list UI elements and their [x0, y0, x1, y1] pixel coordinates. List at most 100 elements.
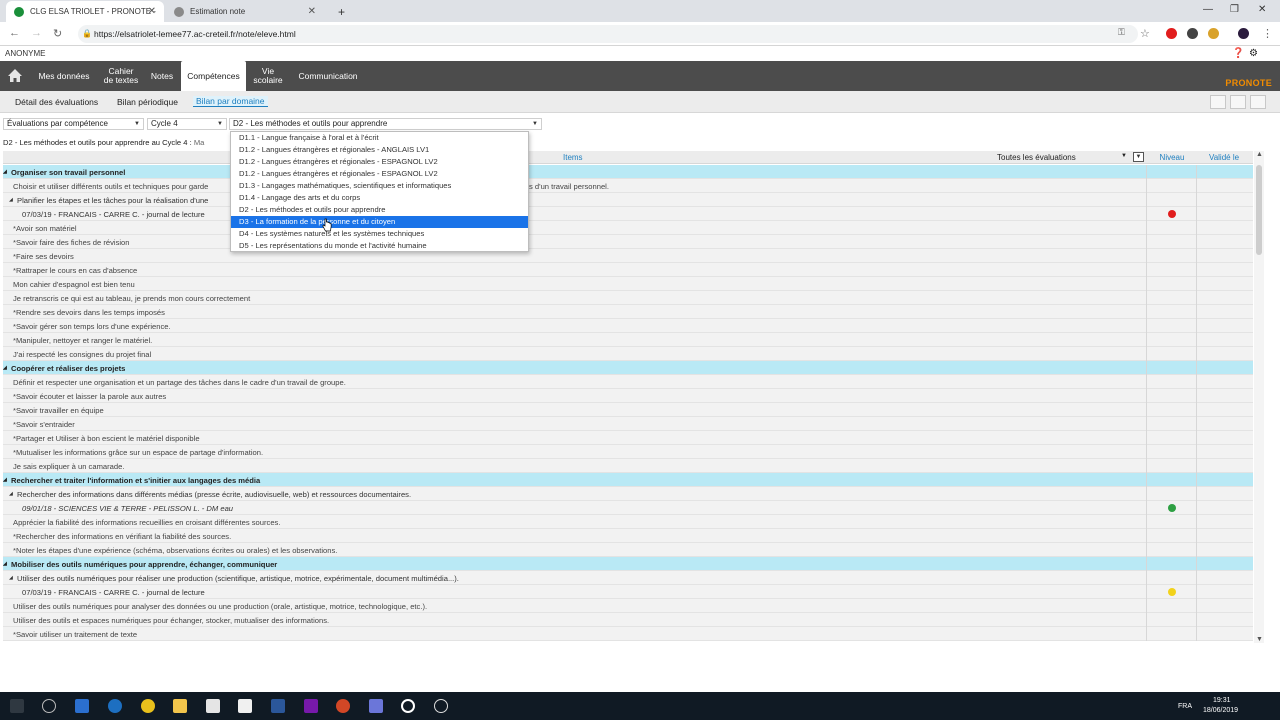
app-circle-icon[interactable]	[401, 699, 415, 713]
evaluation-row[interactable]: 09/01/18 - SCIENCES VIE & TERRE - PELISS…	[3, 501, 1253, 515]
table-scrollbar[interactable]: ▲ ▼	[1254, 151, 1264, 643]
cycle-select[interactable]: Cycle 4 ▼	[147, 118, 227, 130]
domain-row[interactable]: ◢ Organiser son travail personnel	[3, 165, 1253, 179]
dropdown-option[interactable]: D1.2 - Langues étrangères et régionales …	[231, 168, 528, 180]
table-row[interactable]: *Savoir faire des fiches de révision	[3, 235, 1253, 249]
options-icon[interactable]	[1250, 95, 1266, 109]
table-row[interactable]: ◢ Planifier les étapes et les tâches pour…	[3, 193, 1253, 207]
clock-time[interactable]: 19:31	[1213, 697, 1231, 704]
table-row[interactable]: *Savoir écouter et laisser la parole aux…	[3, 389, 1253, 403]
table-row[interactable]: *Savoir utiliser un traitement de texte	[3, 627, 1253, 641]
discord-icon[interactable]	[369, 699, 383, 713]
collapse-triangle-icon[interactable]: ◢	[3, 169, 7, 175]
help-icon[interactable]: ❓	[1232, 48, 1244, 59]
table-row[interactable]: Utiliser des outils numériques pour anal…	[3, 599, 1253, 613]
scroll-thumb[interactable]	[1256, 165, 1262, 255]
export-icon[interactable]	[1230, 95, 1246, 109]
collapse-triangle-icon[interactable]: ◢	[3, 365, 7, 371]
app-f-icon[interactable]	[75, 699, 89, 713]
table-row[interactable]: *Mutualiser les informations grâce sur u…	[3, 445, 1253, 459]
domain-row[interactable]: ◢ Mobiliser des outils numériques pour ap…	[3, 557, 1253, 571]
dropdown-option[interactable]: D5 - Les représentations du monde et l'a…	[231, 240, 528, 252]
table-row[interactable]: *Savoir travailler en équipe	[3, 403, 1253, 417]
cookie-extension-icon[interactable]	[1208, 28, 1219, 39]
collapse-triangle-icon[interactable]: ◢	[9, 197, 13, 203]
maximize-icon[interactable]: ❐	[1230, 4, 1239, 15]
edge-icon[interactable]	[108, 699, 122, 713]
dropdown-option[interactable]: D3 - La formation de la personne et du c…	[231, 216, 528, 228]
minimize-icon[interactable]: —	[1203, 4, 1213, 15]
table-row[interactable]: Définir et respecter une organisation et…	[3, 375, 1253, 389]
table-row[interactable]: *Avoir son matériel	[3, 221, 1253, 235]
tab-estimation[interactable]: Estimation note ✕	[166, 1, 324, 22]
table-row[interactable]: Apprécier la fiabilité des informations …	[3, 515, 1253, 529]
more-menu-icon[interactable]: ⋮	[1262, 27, 1273, 40]
table-row[interactable]: Mon cahier d'espagnol est bien tenu	[3, 277, 1253, 291]
profile-avatar[interactable]	[1238, 28, 1249, 39]
table-row[interactable]: ◢ Utiliser des outils numériques pour réa…	[3, 571, 1253, 585]
search-icon[interactable]	[42, 699, 56, 713]
tab-detail-evaluations[interactable]: Détail des évaluations	[15, 97, 98, 107]
table-row[interactable]: *Savoir s'entraider	[3, 417, 1253, 431]
evaluation-type-select[interactable]: Évaluations par compétence ▼	[3, 118, 144, 130]
evaluation-row[interactable]: 07/03/19 - FRANCAIS - CARRE C. - journal…	[3, 207, 1253, 221]
onenote-icon[interactable]	[304, 699, 318, 713]
column-valide-le[interactable]: Validé le	[1198, 153, 1250, 162]
windows-start-icon[interactable]	[10, 699, 24, 713]
home-icon[interactable]	[7, 68, 23, 83]
key-icon[interactable]: ⚿	[1118, 27, 1125, 38]
evaluations-filter-select[interactable]: Toutes les évaluations ▼	[997, 153, 1127, 162]
collapse-triangle-icon[interactable]: ◢	[3, 477, 7, 483]
dropdown-option[interactable]: D1.1 - Langue française à l'oral et à l'…	[231, 132, 528, 144]
table-row[interactable]: *Noter les étapes d'une expérience (sché…	[3, 543, 1253, 557]
domain-row[interactable]: ◢ Coopérer et réaliser des projets	[3, 361, 1253, 375]
menu-notes[interactable]: Notes	[146, 61, 178, 91]
domaine-select[interactable]: D2 - Les méthodes et outils pour apprend…	[229, 118, 542, 130]
print-icon[interactable]	[1210, 95, 1226, 109]
tab-bilan-par-domaine[interactable]: Bilan par domaine	[193, 96, 268, 107]
table-row[interactable]: Choisir et utiliser différents outils et…	[3, 179, 1253, 193]
chrome-icon[interactable]	[141, 699, 155, 713]
url-field[interactable]: 🔒 https://elsatriolet-lemee77.ac-creteil…	[78, 25, 1138, 43]
close-icon[interactable]: ✕	[308, 6, 316, 17]
table-row[interactable]: *Manipuler, nettoyer et ranger le matéri…	[3, 333, 1253, 347]
collapse-triangle-icon[interactable]: ◢	[9, 491, 13, 497]
table-row[interactable]: *Rendre ses devoirs dans les temps impos…	[3, 305, 1253, 319]
collapse-triangle-icon[interactable]: ◢	[3, 561, 7, 567]
table-row[interactable]: *Rechercher des informations en vérifian…	[3, 529, 1253, 543]
scroll-down-icon[interactable]: ▼	[1256, 636, 1263, 643]
dropdown-option[interactable]: D2 - Les méthodes et outils pour apprend…	[231, 204, 528, 216]
window-close-icon[interactable]: ✕	[1258, 4, 1266, 15]
table-row[interactable]: *Rattraper le cours en cas d'absence	[3, 263, 1253, 277]
menu-competences[interactable]: Compétences	[181, 61, 246, 91]
evaluation-row[interactable]: 07/03/19 - FRANCAIS - CARRE C. - journal…	[3, 585, 1253, 599]
new-tab-button[interactable]: +	[330, 1, 350, 22]
dropdown-option[interactable]: D1.3 - Langages mathématiques, scientifi…	[231, 180, 528, 192]
dropdown-option[interactable]: D1.2 - Langues étrangères et régionales …	[231, 156, 528, 168]
table-row[interactable]: J'ai respecté les consignes du projet fi…	[3, 347, 1253, 361]
word-icon[interactable]	[271, 699, 285, 713]
domain-row[interactable]: ◢ Rechercher et traiter l'information et …	[3, 473, 1253, 487]
table-row[interactable]: Je retranscris ce qui est au tableau, je…	[3, 291, 1253, 305]
filter-icon[interactable]: ▼	[1133, 152, 1144, 162]
column-items[interactable]: Items	[563, 153, 583, 162]
menu-vie-scolaire[interactable]: Vie scolaire	[248, 61, 288, 91]
star-icon[interactable]: ☆	[1140, 27, 1150, 40]
forward-icon[interactable]: →	[31, 27, 42, 39]
back-icon[interactable]: ←	[9, 27, 20, 39]
tab-pronote[interactable]: CLG ELSA TRIOLET - PRONOTE - ✕	[6, 1, 164, 22]
dropdown-option[interactable]: D1.4 - Langage des arts et du corps	[231, 192, 528, 204]
tab-bilan-periodique[interactable]: Bilan périodique	[117, 97, 178, 107]
folder-icon[interactable]	[173, 699, 187, 713]
table-row[interactable]: ◢ Rechercher des informations dans différ…	[3, 487, 1253, 501]
language-indicator[interactable]: FRA	[1178, 703, 1192, 710]
menu-communication[interactable]: Communication	[291, 61, 365, 91]
gear-icon[interactable]: ⚙	[1249, 48, 1258, 59]
scroll-up-icon[interactable]: ▲	[1256, 151, 1263, 158]
close-icon[interactable]: ✕	[148, 6, 156, 17]
dropdown-option[interactable]: D4 - Les systèmes naturels et les systèm…	[231, 228, 528, 240]
column-niveau[interactable]: Niveau	[1147, 153, 1197, 162]
table-row[interactable]: *Faire ses devoirs	[3, 249, 1253, 263]
collapse-triangle-icon[interactable]: ◢	[9, 575, 13, 581]
clock-date[interactable]: 18/06/2019	[1203, 707, 1238, 714]
